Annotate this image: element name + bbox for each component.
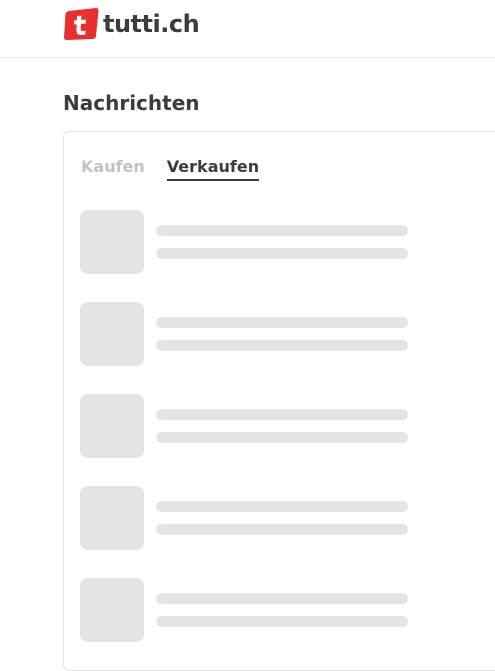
skeleton-line (156, 248, 408, 259)
page-title: Nachrichten (63, 91, 200, 115)
message-tabs: Kaufen Verkaufen (81, 156, 260, 181)
tab-verkaufen[interactable]: Verkaufen (166, 156, 260, 181)
tutti-logo-link[interactable]: tutti.ch (63, 7, 200, 41)
skeleton-line (156, 501, 408, 512)
skeleton-thumbnail (80, 578, 144, 642)
skeleton-line (156, 593, 408, 604)
tutti-logo-icon (64, 8, 99, 40)
skeleton-row (80, 486, 410, 550)
skeleton-row (80, 302, 410, 366)
skeleton-line (156, 409, 408, 420)
skeleton-row (80, 578, 410, 642)
top-header: tutti.ch (0, 0, 495, 58)
skeleton-line (156, 317, 408, 328)
brand-name: tutti.ch (103, 10, 200, 38)
skeleton-line (156, 225, 408, 236)
skeleton-line (156, 616, 408, 627)
skeleton-thumbnail (80, 486, 144, 550)
messages-panel: Kaufen Verkaufen (63, 131, 495, 671)
skeleton-row (80, 394, 410, 458)
skeleton-row (80, 210, 410, 274)
skeleton-thumbnail (80, 394, 144, 458)
skeleton-line (156, 340, 408, 351)
skeleton-thumbnail (80, 302, 144, 366)
skeleton-line (156, 524, 408, 535)
skeleton-thumbnail (80, 210, 144, 274)
tab-kaufen[interactable]: Kaufen (81, 156, 145, 181)
skeleton-line (156, 432, 408, 443)
conversation-list-skeleton (80, 210, 410, 670)
